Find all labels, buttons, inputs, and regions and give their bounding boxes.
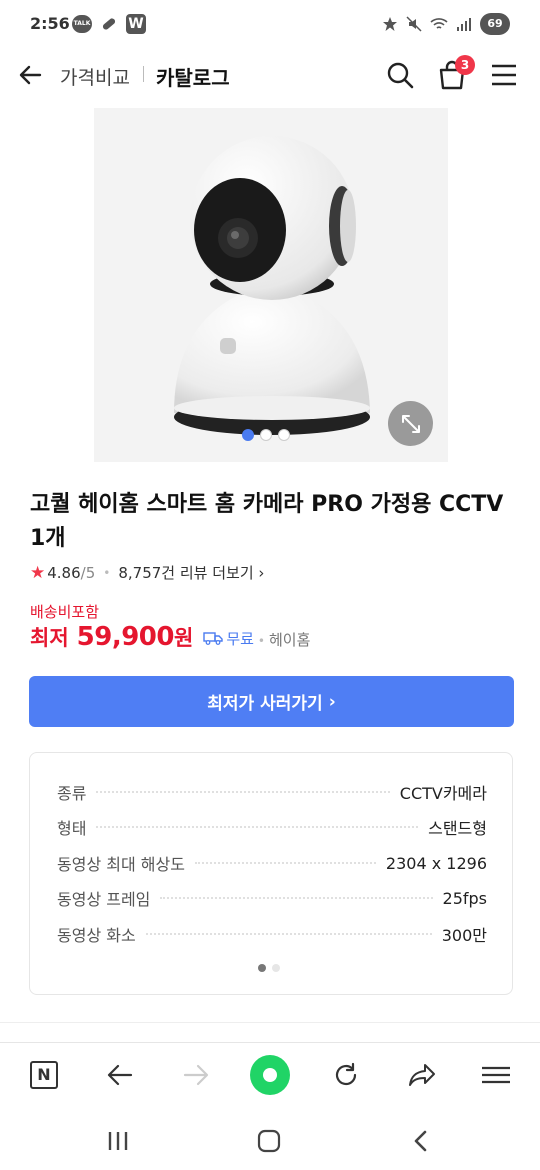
mute-icon [406,16,422,32]
dotted-leader [160,897,433,899]
rating-max: /5 [80,563,96,582]
price-prefix: 최저 [30,626,69,650]
spec-value: 25fps [442,888,487,908]
breadcrumb-price-compare[interactable]: 가격비교 [60,63,130,90]
arrow-left-icon [107,1064,133,1086]
spec-row: 동영상 최대 해상도 2304 x 1296 [57,851,487,875]
spec-dot-1[interactable] [258,964,266,972]
star-icon: ★ [30,562,46,583]
system-back-button[interactable] [406,1126,436,1156]
recent-apps-button[interactable] [103,1126,133,1156]
naver-home-button[interactable]: N [26,1057,62,1093]
share-icon [409,1064,435,1086]
free-shipping: 무료 [203,628,254,649]
chevron-right-icon: › [253,564,265,582]
hamburger-menu-icon [482,1066,510,1084]
spec-value: 스탠드형 [428,819,487,838]
seller-name: 헤이홈 [269,631,311,649]
rating-row: ★ 4.86 /5 • 8,757건 리뷰 더보기 › [30,562,264,583]
product-image-carousel[interactable] [94,108,448,462]
w-app-icon: W [126,14,146,34]
breadcrumb-divider [143,66,144,82]
status-time: 2:56 [30,14,70,33]
page-title: 카탈로그 [156,66,230,90]
naver-n-icon: N [30,1061,58,1089]
spec-key: 동영상 화소 [57,926,136,945]
browser-menu-button[interactable] [478,1057,514,1093]
spec-value: 300만 [441,926,487,945]
lowest-price-buy-button[interactable]: 최저가 사러가기 › [29,676,514,727]
image-dot-3[interactable] [278,429,290,441]
search-icon [387,62,414,89]
spec-row: 동영상 프레임 25fps [57,886,487,910]
spec-key: 동영상 프레임 [57,890,151,909]
search-button[interactable] [385,60,415,90]
arrow-right-icon [183,1064,209,1086]
dotted-leader [96,791,390,793]
rating-score: 4.86 [47,563,81,582]
battery-icon: 69 [480,13,510,35]
spec-row: 형태 스탠드형 [57,815,487,839]
spec-key: 종류 [57,784,87,803]
signal-icon [457,18,471,31]
spec-row: 동영상 화소 300만 [57,922,487,946]
expand-icon [401,414,420,433]
section-divider [0,1022,540,1023]
reviews-link[interactable]: 8,757건 리뷰 더보기 › [118,562,264,583]
spec-key: 동영상 최대 해상도 [57,855,185,874]
notification-icons: TALK W [72,14,146,34]
chevron-left-icon [414,1130,427,1152]
separator-dot: • [257,634,265,648]
share-button[interactable] [404,1057,440,1093]
system-indicators: 69 [382,13,510,35]
wifi-icon [430,18,448,29]
spec-value: 2304 x 1296 [385,853,487,873]
chevron-right-icon: › [328,691,336,712]
browser-back-button[interactable] [102,1057,138,1093]
home-button[interactable] [254,1126,284,1156]
hamburger-menu-icon [492,64,516,86]
status-bar: 2:56 TALK W 69 [0,0,540,50]
menu-button[interactable] [490,62,518,88]
green-dot-icon [250,1055,290,1095]
price-row: 최저 59,900 원 무료 • 헤이홈 [30,622,310,652]
product-title: 고퀄 헤이홈 스마트 홈 카메라 PRO 가정용 CCTV 1개 [30,492,504,551]
buy-button-label: 최저가 사러가기 [207,694,323,714]
home-icon [257,1129,281,1153]
price-value: 59,900 [76,622,175,652]
image-pagination [242,429,290,441]
naver-green-button[interactable] [250,1055,290,1095]
top-nav: 가격비교 카탈로그 3 [0,50,540,100]
zoom-button[interactable] [388,401,433,446]
spec-key: 형태 [57,819,87,838]
dotted-leader [96,826,419,828]
star-icon [383,17,397,31]
reviews-label: 8,757건 리뷰 더보기 [118,564,254,582]
cart-count-badge: 3 [455,55,475,75]
image-dot-2[interactable] [260,429,272,441]
spec-value: CCTV카메라 [399,784,487,803]
dotted-leader [194,862,376,864]
pill-icon [100,15,118,33]
browser-toolbar: N [0,1042,540,1107]
back-button[interactable] [16,60,46,90]
kakaotalk-icon: TALK [72,15,92,33]
image-dot-1[interactable] [242,429,254,441]
refresh-button[interactable] [328,1057,364,1093]
truck-icon [203,632,224,645]
system-navigation-bar [0,1110,540,1170]
browser-forward-button[interactable] [178,1057,214,1093]
spec-summary-box: 종류 CCTV카메라 형태 스탠드형 동영상 최대 해상도 2304 x 129… [29,752,513,995]
arrow-left-icon [19,65,42,85]
dotted-leader [145,933,432,935]
shipping-included-label: 배송비포함 [30,603,100,621]
recent-apps-icon [108,1132,128,1150]
separator-dot: • [103,565,111,580]
spec-pagination [258,964,280,972]
spec-row: 종류 CCTV카메라 [57,780,487,804]
price-unit: 원 [173,626,194,650]
free-shipping-label: 무료 [226,629,254,648]
refresh-icon [335,1062,357,1086]
spec-dot-2[interactable] [272,964,280,972]
